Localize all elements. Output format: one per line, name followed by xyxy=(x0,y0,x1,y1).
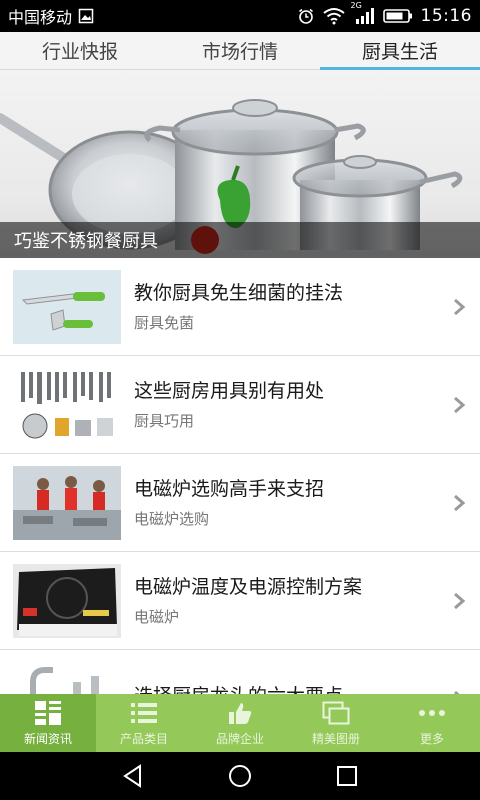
article-category: 厨具巧用 xyxy=(134,412,195,430)
hero-caption: 巧鉴不锈钢餐厨具 xyxy=(0,222,480,258)
hero-banner[interactable]: 巧鉴不锈钢餐厨具 xyxy=(0,70,480,258)
kitchen-utensils-thumbnail xyxy=(13,367,121,442)
status-bar: 中国移动 2G 15:16 xyxy=(0,0,480,32)
article-title: 电磁炉温度及电源控制方案 xyxy=(134,576,363,598)
article-title: 教你厨具免生细菌的挂法 xyxy=(134,282,344,304)
back-triangle-icon xyxy=(123,764,142,788)
chevron-right-icon xyxy=(454,298,466,315)
tab-kitchen-life[interactable]: 厨具生活 xyxy=(320,32,480,70)
chevron-right-icon xyxy=(454,592,466,609)
article-category: 电磁炉选购 xyxy=(134,510,210,528)
more-dots-icon xyxy=(418,699,446,727)
home-circle-icon xyxy=(228,765,251,787)
list-icon xyxy=(130,699,158,727)
article-title: 选择厨房龙头的六大要点 xyxy=(134,683,480,695)
nav-label: 品牌企业 xyxy=(215,732,264,746)
tab-market-quotes[interactable]: 市场行情 xyxy=(160,32,320,69)
clock: 15:16 xyxy=(420,6,472,26)
chevron-right-icon xyxy=(454,396,466,413)
category-tabs: 行业快报 市场行情 厨具生活 xyxy=(0,32,480,70)
tab-industry-news[interactable]: 行业快报 xyxy=(0,32,160,69)
chevron-right-icon xyxy=(454,494,466,511)
news-grid-icon xyxy=(34,699,62,727)
knife-peeler-thumbnail xyxy=(13,269,121,344)
carrier-name: 中国移动 xyxy=(8,8,73,27)
recents-button[interactable] xyxy=(327,756,367,796)
nav-gallery[interactable]: 精美图册 xyxy=(288,694,384,752)
article-category: 厨具免菌 xyxy=(134,314,195,332)
article-item[interactable]: 电磁炉温度及电源控制方案 电磁炉 xyxy=(0,552,480,650)
system-navigation-bar xyxy=(0,752,480,800)
nav-label: 更多 xyxy=(419,732,444,746)
cooking-contest-thumbnail xyxy=(13,465,121,540)
signal-icon: 2G xyxy=(351,1,375,25)
gallery-icon xyxy=(322,699,350,727)
nav-label: 产品类目 xyxy=(119,732,168,746)
back-button[interactable] xyxy=(113,756,153,796)
nav-more[interactable]: 更多 xyxy=(384,694,480,752)
article-item[interactable]: 电磁炉选购高手来支招 电磁炉选购 xyxy=(0,454,480,552)
alarm-icon xyxy=(297,7,315,25)
nav-brands[interactable]: 品牌企业 xyxy=(192,694,288,752)
network-type-label: 2G xyxy=(350,1,362,10)
wifi-icon xyxy=(322,7,345,25)
article-title: 这些厨房用具别有用处 xyxy=(134,380,325,402)
induction-cooker-thumbnail xyxy=(13,563,121,638)
thumbs-up-icon xyxy=(226,699,254,727)
faucet-thumbnail xyxy=(13,661,121,694)
recents-square-icon xyxy=(336,766,357,786)
nav-products[interactable]: 产品类目 xyxy=(96,694,192,752)
nav-label: 新闻资讯 xyxy=(23,732,72,746)
home-button[interactable] xyxy=(220,756,260,796)
article-category: 电磁炉 xyxy=(134,608,180,626)
article-title: 电磁炉选购高手来支招 xyxy=(134,478,325,500)
article-item[interactable]: 教你厨具免生细菌的挂法 厨具免菌 xyxy=(0,258,480,356)
article-item[interactable]: 选择厨房龙头的六大要点 xyxy=(0,650,480,694)
article-item[interactable]: 这些厨房用具别有用处 厨具巧用 xyxy=(0,356,480,454)
nav-news[interactable]: 新闻资讯 xyxy=(0,694,96,752)
battery-icon xyxy=(382,8,413,24)
bottom-navigation: 新闻资讯 产品类目 品牌企业 精美图册 更多 xyxy=(0,694,480,752)
article-list: 教你厨具免生细菌的挂法 厨具免菌 这些厨房用具别有用处 厨具巧用 电磁炉选购高手… xyxy=(0,258,480,694)
picture-notification-icon xyxy=(78,8,94,24)
nav-label: 精美图册 xyxy=(311,732,360,746)
